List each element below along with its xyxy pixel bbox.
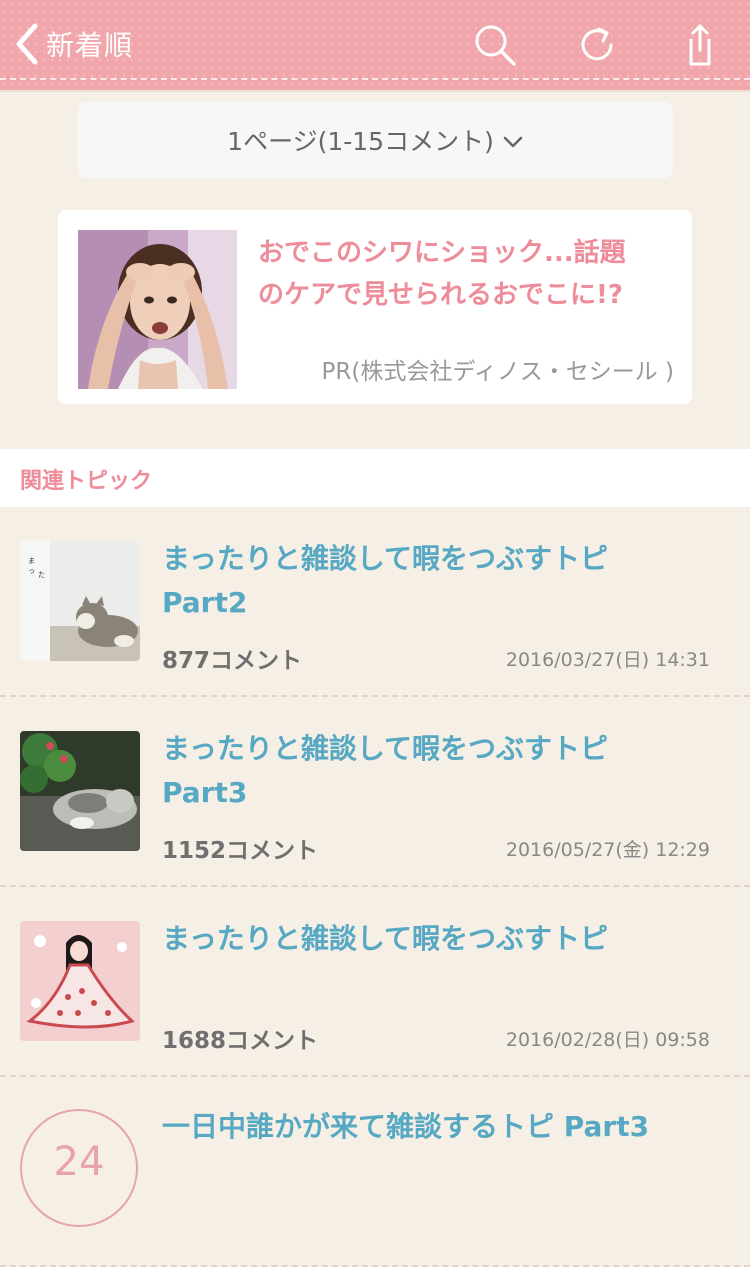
topic-badge: 24 <box>20 1109 138 1227</box>
topic-item[interactable]: まったりと雑談して暇をつぶすトピ Part3 1152コメント 2016/05/… <box>0 699 750 887</box>
topic-title-line: 一日中誰かが来て雑談するトピ Part3 <box>162 1110 650 1143</box>
ad-sponsor: PR(株式会社ディノス・セシール ) <box>321 359 675 385</box>
ad-title-line: おでこのシワにショック...話題 <box>258 238 626 268</box>
topic-date: 2016/05/27(金) 12:29 <box>505 839 710 861</box>
chevron-left-icon <box>14 22 40 66</box>
topic-title-line: まったりと雑談して暇をつぶすトピ <box>162 732 609 765</box>
topic-title: まったりと雑談して暇をつぶすトピ Part2 <box>162 537 722 625</box>
chevron-down-icon <box>502 126 524 155</box>
svg-text:っ: っ <box>28 567 35 575</box>
svg-text:ま: ま <box>28 557 35 565</box>
topic-title: まったりと雑談して暇をつぶすトピ Part3 <box>162 727 722 815</box>
topic-item[interactable]: ま っ た まったりと雑談して暇をつぶすトピ Part2 877コメント 201… <box>0 509 750 697</box>
ad-card[interactable]: おでこのシワにショック...話題 のケアで見せられるおでこに!? PR(株式会社… <box>58 210 692 404</box>
header-divider <box>0 90 750 92</box>
topic-title: まったりと雑談して暇をつぶすトピ <box>162 917 722 961</box>
topic-thumbnail <box>20 921 140 1041</box>
topic-item[interactable]: まったりと雑談して暇をつぶすトピ 1688コメント 2016/02/28(日) … <box>0 889 750 1077</box>
topic-title: 一日中誰かが来て雑談するトピ Part3 <box>162 1105 722 1149</box>
share-icon[interactable] <box>676 22 722 68</box>
topic-thumbnail <box>20 731 140 851</box>
topic-title-line: まったりと雑談して暇をつぶすトピ <box>162 922 609 955</box>
topic-thumbnail: ま っ た <box>20 541 140 661</box>
ad-thumbnail <box>78 230 237 389</box>
comment-count: 1152コメント <box>162 838 319 864</box>
back-label: 新着順 <box>46 29 134 62</box>
topic-title-line: Part3 <box>162 776 248 809</box>
back-button[interactable]: 新着順 <box>14 18 133 70</box>
topic-title-line: Part2 <box>162 586 248 619</box>
refresh-icon[interactable] <box>575 22 621 68</box>
topic-item[interactable]: 24 一日中誰かが来て雑談するトピ Part3 <box>0 1079 750 1267</box>
app-header: 新着順 <box>0 0 750 90</box>
search-icon[interactable] <box>472 22 518 68</box>
topic-badge-number: 24 <box>53 1139 105 1185</box>
comment-count: 1688コメント <box>162 1028 319 1054</box>
ad-title: おでこのシワにショック...話題 のケアで見せられるおでこに!? <box>258 232 678 316</box>
svg-text:た: た <box>38 571 45 579</box>
comment-count: 877コメント <box>162 648 303 674</box>
page-selector[interactable]: 1ページ(1-15コメント) <box>78 102 673 178</box>
topic-date: 2016/03/27(日) 14:31 <box>505 649 710 671</box>
topic-date: 2016/02/28(日) 09:58 <box>505 1029 710 1051</box>
page-selector-label: 1ページ(1-15コメント) <box>227 127 494 156</box>
related-topics-label: 関連トピック <box>20 469 153 494</box>
ad-title-line: のケアで見せられるおでこに!? <box>258 280 623 310</box>
related-topics-header: 関連トピック <box>0 449 750 507</box>
topic-title-line: まったりと雑談して暇をつぶすトピ <box>162 542 609 575</box>
